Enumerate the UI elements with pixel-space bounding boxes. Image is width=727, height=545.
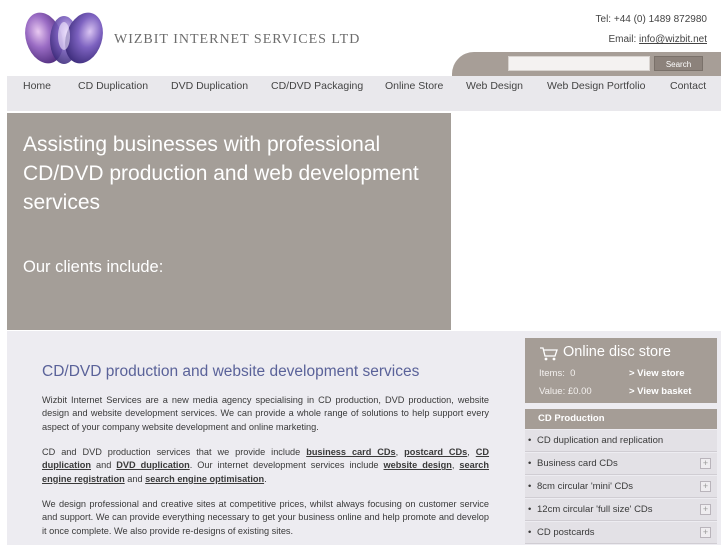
hero-title: Assisting businesses with professional C… [23,133,419,214]
expand-plus-icon[interactable]: + [700,527,711,538]
category-item[interactable]: • Business card CDs + [525,453,717,475]
link-search-engine-optimisation[interactable]: search engine optimisation [145,474,264,484]
text-fragment: , [395,447,405,457]
items-count: Items: 0 [539,368,575,379]
category-label: 8cm circular 'mini' CDs [537,481,633,492]
bullet: • [528,435,532,446]
text-fragment: and [91,460,117,471]
category-label: 12cm circular 'full size' CDs [537,504,653,515]
text-fragment: CD and DVD production services that we p… [42,447,307,457]
main-nav: Home CD Duplication DVD Duplication CD/D… [7,76,721,111]
email-label: Email: [608,34,640,45]
category-item[interactable]: • 8cm circular 'mini' CDs + [525,476,717,498]
value-label: Value: [539,386,566,397]
category-item[interactable]: • 12cm circular 'full size' CDs + [525,499,717,521]
link-website-design[interactable]: website design [384,460,452,470]
nav-home[interactable]: Home [23,76,51,96]
value-amount: £0.00 [567,386,592,397]
nav-web-design[interactable]: Web Design [466,76,523,96]
text-fragment: and [124,473,146,484]
category-item[interactable]: • CD duplication and replication [525,430,717,452]
text-fragment: . Our internet development services incl… [189,460,384,471]
link-postcard-cds[interactable]: postcard CDs [404,447,467,457]
wizbit-logo[interactable] [22,10,106,68]
link-business-card-cds[interactable]: business card CDs [306,447,395,457]
bullet: • [528,504,532,515]
items-value: 0 [570,368,576,379]
expand-plus-icon[interactable]: + [700,481,711,492]
online-store-panel: Online disc store Items: 0 Value: £0.00 … [525,338,717,403]
nav-cd-duplication[interactable]: CD Duplication [78,76,148,96]
text-fragment: , [467,447,476,457]
contact-info: Tel: +44 (0) 1489 872980 Email: info@wiz… [596,10,707,50]
category-item[interactable]: • CD postcards + [525,522,717,544]
category-label: CD duplication and replication [537,435,664,446]
expand-plus-icon[interactable]: + [700,504,711,515]
view-basket-link[interactable]: > View basket [629,386,691,397]
nav-cd-dvd-packaging[interactable]: CD/DVD Packaging [271,76,363,96]
shopping-cart-icon [540,347,558,361]
services-paragraph: CD and DVD production services that we p… [42,446,489,486]
company-name: WIZBIT INTERNET SERVICES LTD [114,32,361,47]
email-line: Email: info@wizbit.net [596,30,707,50]
search-bar: Search [452,52,721,76]
nav-web-design-portfolio[interactable]: Web Design Portfolio [547,76,645,96]
page-title: CD/DVD production and website developmen… [42,363,420,380]
bullet: • [528,481,532,492]
hero-banner: Assisting businesses with professional C… [7,113,451,330]
text-fragment: . [264,473,267,484]
expand-plus-icon[interactable]: + [700,458,711,469]
search-button[interactable]: Search [654,56,703,71]
nav-online-store[interactable]: Online Store [385,76,443,96]
intro-paragraph: Wizbit Internet Services are a new media… [42,395,489,432]
nav-contact[interactable]: Contact [670,76,706,96]
hero-subtitle: Our clients include: [23,258,164,276]
items-label: Items: [539,368,565,379]
email-link[interactable]: info@wizbit.net [639,34,707,45]
search-input[interactable] [508,56,650,71]
bullet: • [528,458,532,469]
category-header[interactable]: CD Production [525,409,717,429]
category-label: Business card CDs [537,458,618,469]
bullet: • [528,527,532,538]
nav-dvd-duplication[interactable]: DVD Duplication [171,76,248,96]
store-title: Online disc store [563,344,671,360]
phone-number: Tel: +44 (0) 1489 872980 [595,14,707,25]
design-paragraph: We design professional and creative site… [42,499,489,536]
basket-value: Value: £0.00 [539,386,592,397]
view-store-link[interactable]: > View store [629,368,685,379]
category-label: CD postcards [537,527,595,538]
link-dvd-duplication[interactable]: DVD duplication [116,460,189,470]
